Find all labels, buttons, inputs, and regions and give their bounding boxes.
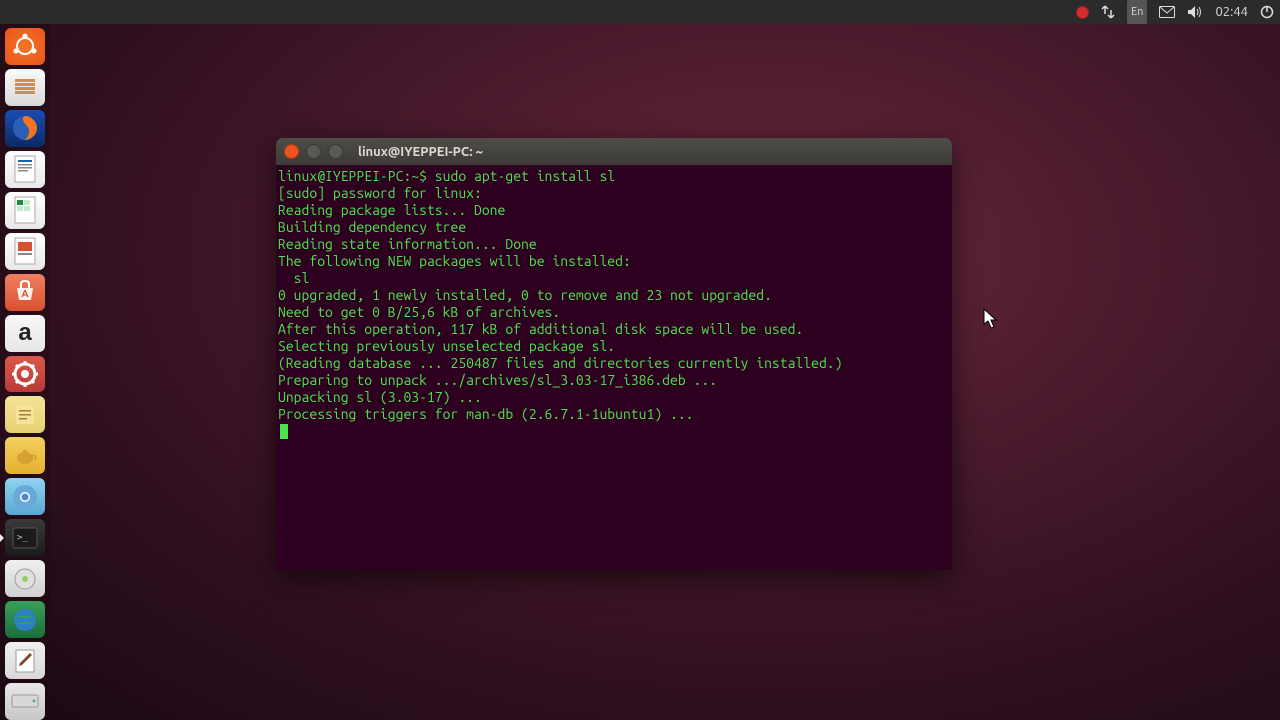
launcher-drive[interactable] (5, 683, 45, 720)
terminal-line: Processing triggers for man-db (2.6.7.1-… (276, 406, 952, 423)
terminal-line: After this operation, 117 kB of addition… (276, 321, 952, 338)
window-close-button[interactable] (284, 144, 299, 159)
terminal-line: [sudo] password for linux: (276, 185, 952, 202)
terminal-line: linux@IYEPPEI-PC:~$ sudo apt-get install… (276, 168, 952, 185)
terminal-titlebar[interactable]: linux@IYEPPEI-PC: ~ (276, 138, 952, 165)
terminal-line: Need to get 0 B/25,6 kB of archives. (276, 304, 952, 321)
launcher-dash[interactable] (5, 28, 45, 65)
terminal-window[interactable]: linux@IYEPPEI-PC: ~ linux@IYEPPEI-PC:~$ … (276, 138, 952, 570)
launcher: A a >_ (0, 24, 50, 720)
terminal-line: Unpacking sl (3.03-17) ... (276, 389, 952, 406)
window-minimize-button[interactable] (306, 144, 321, 159)
terminal-line: Reading state information... Done (276, 236, 952, 253)
launcher-files[interactable] (5, 69, 45, 106)
launcher-text-editor[interactable] (5, 642, 45, 679)
language-indicator[interactable]: En (1127, 0, 1147, 24)
top-panel: En 02:44 (0, 0, 1280, 24)
launcher-settings[interactable] (5, 356, 45, 393)
terminal-line: Selecting previously unselected package … (276, 338, 952, 355)
window-maximize-button[interactable] (328, 144, 343, 159)
terminal-line: The following NEW packages will be insta… (276, 253, 952, 270)
terminal-body[interactable]: linux@IYEPPEI-PC:~$ sudo apt-get install… (276, 165, 952, 440)
terminal-line: Reading package lists... Done (276, 202, 952, 219)
amazon-letter: a (18, 319, 31, 347)
launcher-writer[interactable] (5, 151, 45, 188)
launcher-software-center[interactable]: A (5, 274, 45, 311)
network-icon[interactable] (1101, 0, 1115, 24)
clock[interactable]: 02:44 (1215, 0, 1248, 24)
terminal-title: linux@IYEPPEI-PC: ~ (358, 145, 483, 159)
terminal-cursor (280, 424, 288, 439)
mouse-pointer-icon (983, 308, 999, 330)
launcher-web[interactable] (5, 601, 45, 638)
launcher-notes[interactable] (5, 396, 45, 433)
mail-icon[interactable] (1159, 0, 1175, 24)
svg-text:A: A (21, 288, 28, 299)
record-indicator[interactable] (1076, 0, 1089, 24)
terminal-line: sl (276, 270, 952, 287)
launcher-calc[interactable] (5, 192, 45, 229)
launcher-firefox[interactable] (5, 110, 45, 147)
terminal-line: 0 upgraded, 1 newly installed, 0 to remo… (276, 287, 952, 304)
terminal-cursor-line (276, 423, 952, 440)
session-icon[interactable] (1260, 0, 1274, 24)
svg-text:>_: >_ (17, 533, 28, 543)
launcher-disks[interactable] (5, 560, 45, 597)
terminal-line: (Reading database ... 250487 files and d… (276, 355, 952, 372)
launcher-amazon[interactable]: a (5, 315, 45, 352)
volume-icon[interactable] (1187, 0, 1203, 24)
terminal-line: Building dependency tree (276, 219, 952, 236)
launcher-chromium[interactable] (5, 478, 45, 515)
launcher-teapot[interactable] (5, 437, 45, 474)
launcher-terminal[interactable]: >_ (5, 519, 45, 556)
launcher-impress[interactable] (5, 233, 45, 270)
terminal-line: Preparing to unpack .../archives/sl_3.03… (276, 372, 952, 389)
